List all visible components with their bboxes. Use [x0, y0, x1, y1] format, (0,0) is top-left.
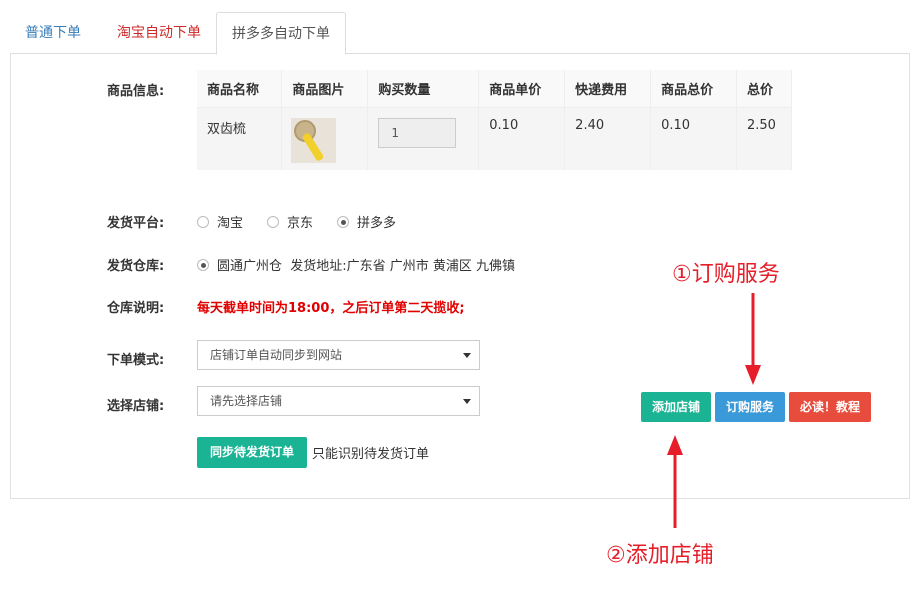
- arrow-to-buy-service-icon: [745, 293, 761, 385]
- arrow-to-add-shop-icon: [667, 435, 683, 528]
- annotation-step-1: ①订购服务: [672, 262, 780, 287]
- annotation-arrows: [667, 293, 761, 528]
- annotation-step-2: ②添加店铺: [606, 543, 714, 568]
